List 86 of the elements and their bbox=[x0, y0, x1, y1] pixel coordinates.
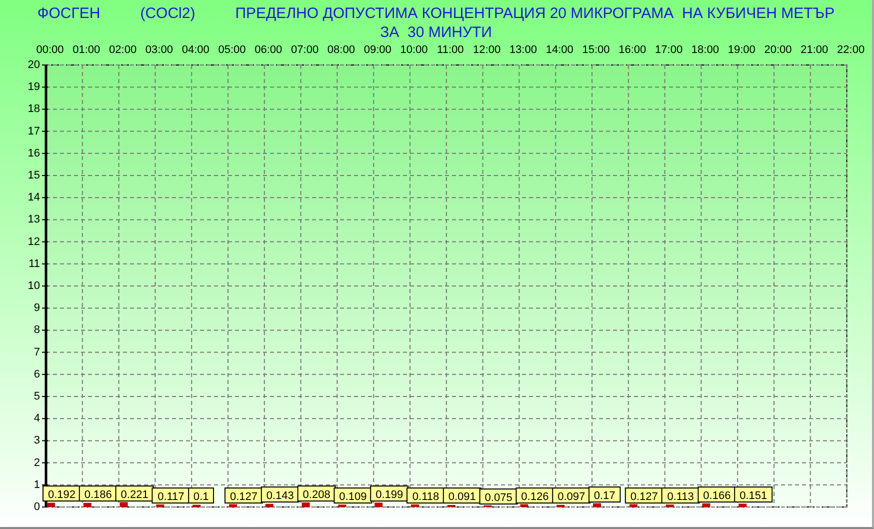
axis-label: 17:00 bbox=[655, 44, 683, 56]
axis-label: 2 bbox=[34, 456, 40, 469]
data-label: 0.166 bbox=[698, 486, 736, 502]
data-label: 0.117 bbox=[152, 488, 190, 504]
data-label: 0.113 bbox=[661, 488, 700, 504]
axis-label: 20 bbox=[28, 59, 40, 71]
bar bbox=[374, 502, 383, 507]
data-label: 0.199 bbox=[370, 486, 409, 502]
axis-label: 06:00 bbox=[254, 44, 282, 56]
axis-label: 16:00 bbox=[618, 44, 646, 56]
axis-label: 13 bbox=[28, 214, 40, 226]
axis-label: 12 bbox=[28, 236, 40, 248]
axis-label: 04:00 bbox=[182, 44, 210, 56]
axis-label: 3 bbox=[34, 434, 40, 447]
axis-label: 17 bbox=[28, 125, 40, 138]
bar bbox=[192, 504, 201, 507]
chart-title: ПРЕДЕЛНО ДОПУСТИМА КОНЦЕНТРАЦИЯ 20 МИКРОГРАМА НА КУБИЧЕН МЕТЪР bbox=[235, 4, 835, 23]
data-label: 0.127 bbox=[624, 488, 664, 504]
axis-label: 11:00 bbox=[437, 44, 464, 56]
bar bbox=[702, 503, 710, 507]
axis-label: 00:00 bbox=[36, 44, 64, 56]
axis-label: 19 bbox=[28, 81, 40, 94]
axis-label: 18:00 bbox=[691, 44, 719, 56]
axis-label: 08:00 bbox=[327, 44, 355, 56]
axis-label: 10:00 bbox=[400, 44, 428, 56]
chart-title: (COCl2) bbox=[140, 4, 196, 23]
axis-label: 1 bbox=[34, 478, 40, 491]
axis-label: 07:00 bbox=[291, 44, 319, 56]
axis-label: 12:00 bbox=[473, 44, 501, 56]
axis-label: 9 bbox=[34, 302, 40, 314]
axis-label: 0 bbox=[34, 501, 40, 513]
bar bbox=[47, 502, 55, 507]
bar bbox=[229, 504, 237, 507]
data-label: 0.118 bbox=[406, 488, 445, 504]
chart-subtitle: ЗА 30 МИНУТИ bbox=[380, 23, 492, 42]
bar bbox=[738, 504, 747, 507]
axis-label: 13:00 bbox=[509, 44, 537, 56]
chart-title: ФОСГЕН bbox=[37, 4, 100, 23]
data-label: 0.109 bbox=[334, 488, 372, 504]
bar bbox=[593, 503, 601, 507]
axis-label: 11 bbox=[28, 258, 40, 270]
axis-label: 19:00 bbox=[728, 44, 756, 56]
data-label: 0.143 bbox=[260, 486, 300, 502]
bar bbox=[629, 504, 638, 507]
data-label: 0.151 bbox=[734, 486, 773, 502]
axis-label: 5 bbox=[34, 390, 40, 402]
data-label: 0.1 bbox=[188, 488, 214, 504]
bar bbox=[411, 504, 419, 507]
data-label: 0.17 bbox=[588, 486, 621, 502]
axis-label: 05:00 bbox=[218, 44, 246, 56]
data-label: 0.208 bbox=[297, 486, 336, 502]
axis-label: 20:00 bbox=[764, 44, 792, 56]
axis-label: 22:00 bbox=[837, 44, 865, 56]
axis-label: 02:00 bbox=[109, 44, 137, 56]
data-label: 0.091 bbox=[442, 488, 482, 504]
axis-label: 03:00 bbox=[145, 44, 173, 56]
bar bbox=[666, 504, 674, 507]
bar bbox=[83, 502, 92, 507]
axis-label: 16 bbox=[28, 147, 40, 160]
axis-label: 10 bbox=[28, 280, 40, 292]
bar bbox=[302, 502, 310, 507]
axis-label: 09:00 bbox=[364, 44, 392, 56]
data-label: 0.097 bbox=[552, 488, 591, 504]
bar bbox=[556, 504, 565, 507]
data-label: 0.186 bbox=[78, 486, 118, 502]
axis-label: 4 bbox=[34, 412, 40, 425]
axis-label: 15 bbox=[28, 170, 40, 182]
data-label: 0.127 bbox=[224, 488, 263, 504]
bar bbox=[265, 504, 274, 507]
data-label: 0.192 bbox=[42, 486, 81, 502]
axis-label: 15:00 bbox=[582, 44, 610, 56]
axis-label: 18 bbox=[28, 103, 40, 116]
axis-label: 14 bbox=[28, 192, 40, 204]
bar bbox=[520, 504, 528, 507]
axis-label: 8 bbox=[34, 324, 40, 336]
data-label: 0.075 bbox=[479, 488, 518, 504]
bar bbox=[156, 504, 164, 507]
axis-label: 21:00 bbox=[800, 44, 828, 56]
axis-label: 01:00 bbox=[72, 44, 100, 56]
axis-label: 14:00 bbox=[546, 44, 574, 56]
bar bbox=[338, 504, 346, 507]
bar bbox=[120, 502, 128, 507]
data-label: 0.221 bbox=[115, 486, 154, 502]
axis-label: 7 bbox=[34, 346, 40, 358]
data-label: 0.126 bbox=[516, 488, 554, 504]
axis-label: 6 bbox=[34, 368, 40, 380]
